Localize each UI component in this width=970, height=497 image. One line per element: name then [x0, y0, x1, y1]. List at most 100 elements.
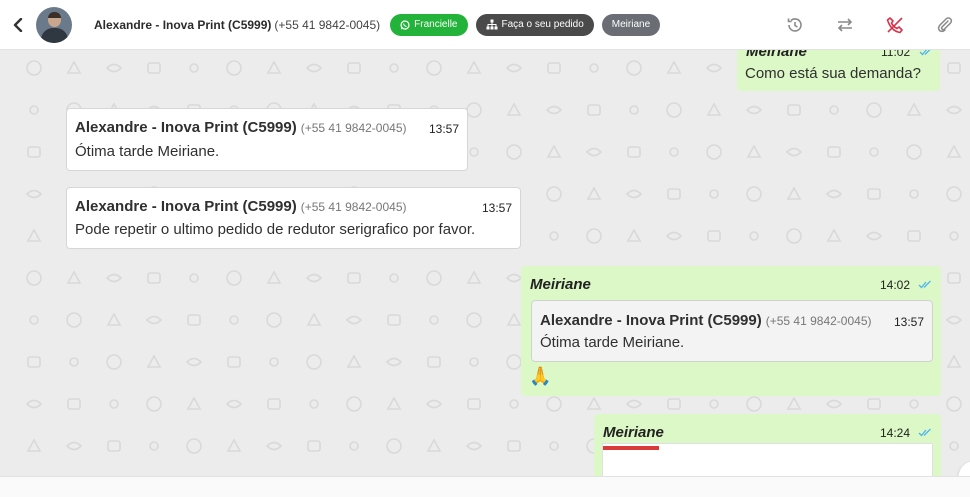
wallpaper-doodle [27, 356, 41, 368]
wallpaper-doodle [347, 272, 361, 284]
wallpaper-doodle [67, 398, 81, 410]
wallpaper-doodle [426, 438, 442, 452]
wallpaper-doodle [66, 60, 82, 74]
wallpaper-doodle [346, 354, 362, 368]
attendant-tag-label: Francielle [414, 19, 458, 30]
wallpaper-doodle [667, 188, 681, 200]
wallpaper-doodle [707, 230, 721, 242]
wallpaper-doodle [786, 396, 802, 410]
wallpaper-doodle [229, 315, 239, 325]
wallpaper-doodle [65, 441, 83, 451]
wallpaper-doodle [306, 354, 322, 370]
wallpaper-doodle [589, 63, 599, 73]
wallpaper-doodle [946, 396, 962, 412]
quoted-message[interactable]: Alexandre - Inova Print (C5999) (+55 41 9… [531, 300, 933, 362]
wallpaper-doodle [625, 399, 643, 409]
message-incoming[interactable]: Alexandre - Inova Print (C5999) (+55 41 9… [66, 108, 468, 171]
wallpaper-doodle [827, 146, 841, 158]
wallpaper-doodle [225, 399, 243, 409]
wallpaper-doodle [346, 396, 362, 412]
wallpaper-doodle [505, 63, 523, 73]
wallpaper-doodle [106, 312, 122, 326]
contact-name[interactable]: Alexandre - Inova Print (C5999) [94, 18, 271, 32]
wallpaper-doodle [945, 105, 963, 115]
wallpaper-doodle [829, 105, 839, 115]
chat-area[interactable]: Meiriane 11:02 Como está sua demanda? Al… [0, 50, 970, 476]
wallpaper-doodle [667, 398, 681, 410]
end-call-button[interactable] [870, 0, 920, 50]
agent-tag-label: Meiriane [611, 19, 651, 30]
wallpaper-doodle [549, 441, 559, 451]
wallpaper-doodle [626, 60, 642, 76]
chat-header: Alexandre - Inova Print (C5999) (+55 41 … [0, 0, 970, 50]
header-actions [770, 0, 970, 50]
message-sender: Meiriane [530, 276, 591, 293]
message-time: 14:02 [880, 278, 911, 292]
attach-button[interactable] [920, 0, 970, 50]
order-tag-label: Faça o seu pedido [501, 19, 584, 30]
wallpaper-doodle [545, 105, 563, 115]
wallpaper-doodle [506, 144, 522, 160]
order-tag[interactable]: Faça o seu pedido [475, 13, 594, 36]
wallpaper-doodle [586, 186, 602, 200]
wallpaper-doodle [746, 144, 762, 158]
avatar[interactable] [36, 6, 72, 43]
wallpaper-doodle [826, 228, 842, 242]
wallpaper-doodle [467, 398, 481, 410]
agent-tag[interactable]: Meiriane [601, 13, 661, 36]
wallpaper-doodle [909, 189, 919, 199]
whatsapp-icon [400, 19, 410, 30]
message-outgoing[interactable]: Meiriane 11:02 Como está sua demanda? [737, 50, 940, 91]
wallpaper-doodle [109, 399, 119, 409]
wallpaper-doodle [189, 63, 199, 73]
wallpaper-doodle [227, 356, 241, 368]
wallpaper-doodle [26, 228, 42, 242]
wallpaper-doodle [26, 438, 42, 452]
quoted-sender-line: Alexandre - Inova Print (C5999) (+55 41 9… [540, 312, 871, 329]
wallpaper-doodle [786, 228, 802, 244]
wallpaper-doodle [427, 356, 441, 368]
composer-bar[interactable] [0, 476, 970, 497]
message-sender-phone: (+55 41 9842-0045) [300, 200, 407, 214]
wallpaper-doodle [386, 396, 402, 410]
wallpaper-doodle [469, 147, 479, 157]
back-button[interactable] [0, 0, 36, 50]
transfer-button[interactable] [820, 0, 870, 50]
message-incoming[interactable]: Alexandre - Inova Print (C5999) (+55 41 9… [66, 187, 521, 249]
wallpaper-doodle [465, 441, 483, 451]
wallpaper-doodle [269, 357, 279, 367]
wallpaper-doodle [907, 230, 921, 242]
wallpaper-doodle [29, 315, 39, 325]
wallpaper-doodle [147, 272, 161, 284]
wallpaper-doodle [549, 231, 559, 241]
image-attachment[interactable] [602, 443, 933, 476]
wallpaper-doodle [546, 144, 562, 158]
wallpaper-doodle [709, 399, 719, 409]
wallpaper-doodle [546, 186, 562, 202]
contact-phone: (+55 41 9842-0045) [274, 17, 381, 32]
wallpaper-doodle [426, 270, 442, 286]
wallpaper-doodle [349, 441, 359, 451]
wallpaper-doodle [705, 63, 723, 73]
wallpaper-doodle [25, 399, 43, 409]
wallpaper-doodle [305, 273, 323, 283]
wallpaper-doodle [507, 440, 521, 452]
wallpaper-doodle [309, 399, 319, 409]
attendant-tag[interactable]: Francielle [390, 13, 468, 36]
message-text: Pode repetir o ultimo pedido de redutor … [75, 221, 476, 238]
wallpaper-doodle [389, 273, 399, 283]
wallpaper-doodle [469, 357, 479, 367]
wallpaper-doodle [186, 438, 202, 454]
history-button[interactable] [770, 0, 820, 50]
wallpaper-doodle [946, 144, 962, 158]
wallpaper-doodle [947, 62, 961, 74]
message-outgoing[interactable]: Meiriane 14:24 [594, 414, 941, 476]
wallpaper-doodle [745, 105, 763, 115]
wallpaper-doodle [546, 396, 562, 412]
wallpaper-doodle [66, 312, 82, 328]
wallpaper-doodle [945, 315, 963, 325]
message-text: Ótima tarde Meiriane. [75, 143, 220, 160]
message-outgoing[interactable]: Meiriane 14:02 Alexandre - Inova Print (… [521, 266, 941, 396]
wallpaper-doodle [306, 312, 322, 326]
wallpaper-doodle [185, 357, 203, 367]
